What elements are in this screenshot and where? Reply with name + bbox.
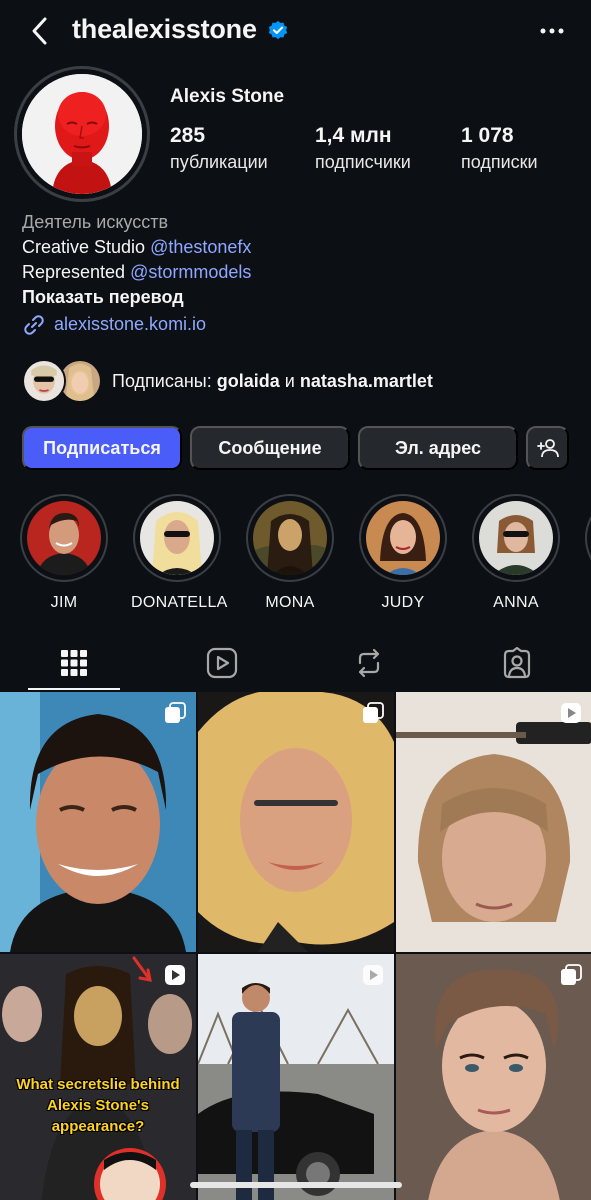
bio-line-1: Creative Studio @thestonefx [22, 235, 562, 260]
highlight-cover [140, 501, 214, 575]
stat-posts-label: публикации [170, 152, 268, 172]
bio-link[interactable]: alexisstone.komi.io [22, 312, 562, 337]
followed-by-user-1: golaida [216, 370, 280, 391]
suggested-users-button[interactable] [526, 426, 569, 470]
carousel-icon [561, 964, 582, 985]
reel-icon [363, 965, 383, 985]
highlight-cover [366, 501, 440, 575]
more-horizontal-icon [540, 28, 564, 34]
followed-by-conjunction: и [279, 370, 300, 391]
followed-by-user-2: natasha.martlet [299, 370, 433, 391]
profile-tabs [0, 636, 591, 690]
stat-posts-value: 285 [170, 124, 206, 147]
tab-posts[interactable] [0, 636, 148, 690]
story-highlights: JIM DONATELLA MONA JUDY ANNA [0, 494, 591, 614]
reels-icon [206, 647, 237, 679]
profile-username: thealexisstone [72, 14, 257, 44]
message-button[interactable]: Сообщение [190, 426, 350, 470]
highlight-cover [27, 501, 101, 575]
grid-icon [60, 650, 87, 676]
highlight-mona[interactable]: MONA [244, 494, 336, 612]
post-thumbnail[interactable]: What secretslie behind Alexis Stone's ap… [0, 954, 196, 1200]
highlight-ring [133, 494, 221, 582]
stat-followers-label: подписчики [315, 152, 411, 172]
profile-bio: Деятель искусств Creative Studio @thesto… [22, 210, 562, 337]
tab-reposts[interactable] [296, 636, 444, 690]
post-overlay-line-3: appearance? [51, 1118, 145, 1135]
top-bar: thealexisstone [0, 0, 591, 62]
verified-badge-icon [268, 20, 288, 40]
bio-line-2: Represented @stormmodels [22, 260, 562, 285]
follower-avatar [22, 359, 66, 403]
profile-actions: Подписаться Сообщение Эл. адрес [22, 426, 569, 470]
stat-following[interactable]: 1 078 подписки [461, 124, 538, 173]
profile-avatar[interactable] [14, 66, 150, 202]
post-overlay-caption: What secretslie behind Alexis Stone's ap… [0, 1074, 196, 1137]
stat-following-label: подписки [461, 152, 538, 172]
tab-reels[interactable] [148, 636, 296, 690]
stat-following-value: 1 078 [461, 124, 514, 147]
highlight-anna[interactable]: ANNA [470, 494, 562, 612]
carousel-icon [363, 702, 384, 723]
post-thumbnail[interactable] [198, 692, 394, 952]
highlight-label: JUDY [381, 594, 425, 611]
highlight-ring [585, 494, 591, 582]
highlight-label: JIM [50, 594, 78, 611]
stat-followers-value: 1,4 млн [315, 124, 392, 147]
followed-by-prefix: Подписаны: [112, 370, 217, 391]
follow-button[interactable]: Подписаться [22, 426, 182, 470]
mention-stormmodels[interactable]: @stormmodels [130, 262, 251, 282]
post-overlay-line-2: Alexis Stone's [47, 1097, 149, 1114]
highlight-donatella[interactable]: DONATELLA [131, 494, 228, 612]
reel-icon [561, 703, 581, 723]
bio-category: Деятель искусств [22, 212, 169, 232]
followed-by-text: Подписаны: golaida и natasha.martlet [112, 371, 433, 392]
post-thumbnail[interactable] [396, 692, 591, 952]
followed-by-avatars [22, 359, 102, 403]
add-person-icon [536, 439, 559, 458]
highlight-ring [359, 494, 447, 582]
chevron-left-icon [32, 17, 47, 45]
avatar-image [22, 74, 142, 194]
highlight-ring [20, 494, 108, 582]
tab-tagged[interactable] [443, 636, 591, 690]
post-thumbnail[interactable] [0, 692, 196, 952]
home-indicator[interactable] [190, 1182, 402, 1188]
highlight-cover [253, 501, 327, 575]
highlight-label: ANNA [493, 594, 539, 611]
posts-grid: What secretslie behind Alexis Stone's ap… [0, 692, 591, 1200]
link-icon [24, 314, 44, 335]
highlight-cover [479, 501, 553, 575]
highlight-jim[interactable]: JIM [18, 494, 110, 612]
reel-icon [165, 965, 185, 985]
bio-link-url: alexisstone.komi.io [54, 314, 207, 334]
back-button[interactable] [22, 14, 56, 48]
highlight-label: DONATELLA [131, 594, 228, 611]
bio-line-1-text: Creative Studio [22, 237, 151, 257]
highlight-judy[interactable]: JUDY [357, 494, 449, 612]
tagged-icon [504, 647, 531, 679]
carousel-icon [165, 702, 186, 723]
highlight-partial[interactable] [583, 494, 591, 582]
post-thumbnail[interactable] [396, 954, 591, 1200]
repost-icon [359, 648, 380, 678]
stat-posts[interactable]: 285 публикации [170, 124, 268, 173]
more-options-button[interactable] [536, 18, 568, 44]
email-button[interactable]: Эл. адрес [358, 426, 518, 470]
bio-line-2-text: Represented [22, 262, 131, 282]
highlight-ring [472, 494, 560, 582]
highlight-label: MONA [265, 594, 315, 611]
stat-followers[interactable]: 1,4 млн подписчики [315, 124, 411, 173]
followed-by[interactable]: Подписаны: golaida и natasha.martlet [22, 358, 433, 404]
highlight-ring [246, 494, 334, 582]
mention-thestonefx[interactable]: @thestonefx [150, 237, 251, 257]
post-thumbnail[interactable] [198, 954, 394, 1200]
profile-display-name: Alexis Stone [170, 86, 285, 107]
show-translation-link[interactable]: Показать перевод [22, 285, 562, 310]
post-overlay-line-1: What secretslie behind [16, 1076, 180, 1093]
